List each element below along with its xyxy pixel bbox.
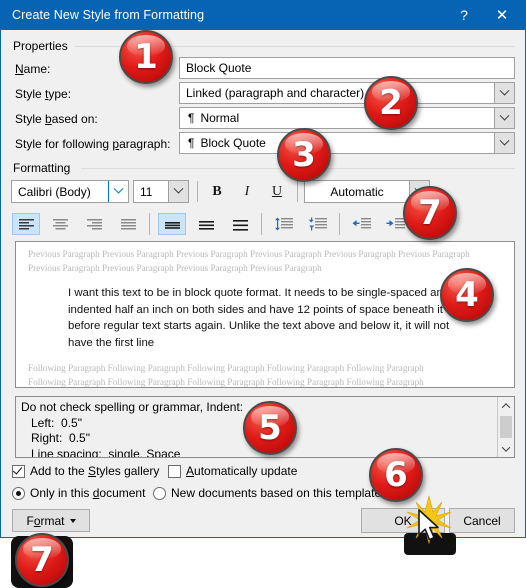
font-family-combo[interactable]: Calibri (Body) (11, 180, 129, 203)
toolbar-separator (297, 181, 298, 202)
scroll-up-button[interactable] (498, 397, 514, 414)
pilcrow-icon: ¶ (188, 111, 195, 125)
dialog-title: Create New Style from Formatting (12, 8, 205, 22)
badge-3: 3 (277, 128, 331, 182)
toolbar-separator (197, 181, 198, 202)
name-input-value: Block Quote (186, 61, 252, 75)
style-following-text: Block Quote (200, 136, 266, 150)
font-family-value: Calibri (Body) (18, 184, 91, 199)
font-size-dropdown-arrow[interactable] (168, 181, 188, 202)
font-size-value: 11 (140, 184, 153, 199)
align-justify-icon (120, 218, 136, 229)
chevron-down-icon (69, 518, 76, 523)
badge-2: 2 (364, 76, 418, 130)
badge-1: 1 (119, 30, 173, 84)
formatting-group-label: Formatting (13, 161, 77, 175)
chevron-down-icon (113, 183, 124, 194)
style-based-on-dropdown-arrow[interactable] (494, 108, 514, 128)
badge-4: 4 (440, 268, 494, 322)
toolbar-separator (149, 213, 150, 235)
style-based-on-value: ¶ Normal (180, 111, 239, 125)
style-type-value: Linked (paragraph and character) (186, 86, 365, 100)
style-based-on-text: Normal (200, 111, 240, 125)
decrease-paragraph-spacing-button[interactable] (304, 213, 332, 235)
increase-paragraph-spacing-button[interactable] (270, 213, 298, 235)
mouse-cursor-icon (418, 509, 439, 541)
chevron-down-icon (499, 85, 510, 96)
style-following-value: ¶ Block Quote (180, 136, 266, 150)
toolbar-separator (261, 213, 262, 235)
style-following-label: Style for following paragraph: (15, 137, 171, 151)
preview-following-line: Following Paragraph Following Paragraph … (28, 376, 424, 387)
close-button[interactable]: ✕ (483, 1, 521, 29)
line-spacing-1-5-icon (198, 220, 214, 230)
radio-dot-icon (16, 491, 21, 496)
style-following-dropdown-arrow[interactable] (494, 133, 514, 153)
underline-button[interactable]: U (264, 181, 290, 202)
pilcrow-icon: ¶ (188, 136, 195, 150)
format-button[interactable]: Format (12, 509, 90, 532)
properties-group-label: Properties (13, 39, 74, 53)
chevron-down-icon (499, 110, 510, 121)
align-justify-button[interactable] (114, 213, 142, 235)
chevron-down-icon (501, 442, 511, 452)
style-based-on-combo[interactable]: ¶ Normal (179, 107, 515, 129)
scroll-down-button[interactable] (498, 440, 514, 457)
style-type-combo[interactable]: Linked (paragraph and character) (179, 82, 515, 104)
style-type-label: Style type: (15, 87, 72, 101)
style-following-combo[interactable]: ¶ Block Quote (179, 132, 515, 154)
preview-previous-paragraph: Previous Paragraph Previous Paragraph Pr… (28, 249, 470, 273)
style-preview-pane: Previous Paragraph Previous Paragraph Pr… (15, 241, 515, 388)
align-right-icon (86, 218, 102, 229)
font-size-combo[interactable]: 11 (133, 180, 189, 203)
new-documents-radio[interactable] (153, 487, 166, 500)
title-bar: Create New Style from Formatting ? ✕ (1, 0, 525, 30)
name-label: Name: (15, 62, 51, 76)
preview-following-line: Following Paragraph Following Paragraph … (28, 363, 424, 373)
new-documents-label: New documents based on this template (171, 486, 382, 500)
chevron-up-icon (501, 402, 511, 412)
only-this-document-radio[interactable] (12, 487, 25, 500)
preview-body-text: I want this text to be in block quote fo… (68, 287, 450, 349)
align-center-icon (52, 218, 68, 229)
cancel-button[interactable]: Cancel (449, 508, 515, 533)
line-spacing-double-button[interactable] (226, 213, 254, 235)
automatically-update-checkbox[interactable] (168, 465, 181, 478)
description-scrollbar[interactable] (497, 397, 514, 457)
italic-button[interactable]: I (234, 181, 260, 202)
only-this-document-label: Only in this document (30, 486, 146, 500)
decrease-paragraph-spacing-icon (308, 217, 327, 231)
increase-paragraph-spacing-icon (275, 217, 293, 231)
style-type-dropdown-arrow[interactable] (494, 83, 514, 103)
chevron-down-icon (173, 183, 184, 194)
align-right-button[interactable] (80, 213, 108, 235)
align-left-button[interactable] (12, 213, 40, 235)
badge-7-formatting: 7 (403, 186, 457, 240)
badge-5: 5 (243, 401, 297, 455)
align-center-button[interactable] (46, 213, 74, 235)
add-to-styles-gallery-label: Add to the Styles gallery (30, 464, 160, 478)
check-icon (12, 464, 23, 475)
bold-button[interactable]: B (204, 181, 230, 202)
automatically-update-label: Automatically update (186, 464, 298, 478)
style-based-on-label: Style based on: (15, 112, 98, 126)
preview-following-paragraphs: Following Paragraph Following Paragraph … (28, 362, 502, 387)
name-input[interactable]: Block Quote (179, 57, 515, 79)
line-spacing-single-icon (164, 221, 180, 229)
badge-7-bottom: 7 (15, 533, 69, 587)
scrollbar-thumb[interactable] (500, 416, 512, 438)
decrease-indent-icon (352, 218, 371, 229)
line-spacing-double-icon (232, 219, 248, 231)
format-button-label: Format (26, 513, 65, 528)
chevron-down-icon (499, 135, 510, 146)
add-to-styles-gallery-checkbox[interactable] (12, 464, 25, 478)
toolbar-separator (339, 213, 340, 235)
line-spacing-single-button[interactable] (158, 213, 186, 235)
create-new-style-dialog: Create New Style from Formatting ? ✕ Pro… (0, 0, 526, 538)
font-family-dropdown-arrow[interactable] (108, 181, 128, 202)
help-button[interactable]: ? (445, 1, 483, 29)
line-spacing-1-5-button[interactable] (192, 213, 220, 235)
align-left-icon (18, 218, 34, 229)
decrease-indent-button[interactable] (348, 213, 376, 235)
